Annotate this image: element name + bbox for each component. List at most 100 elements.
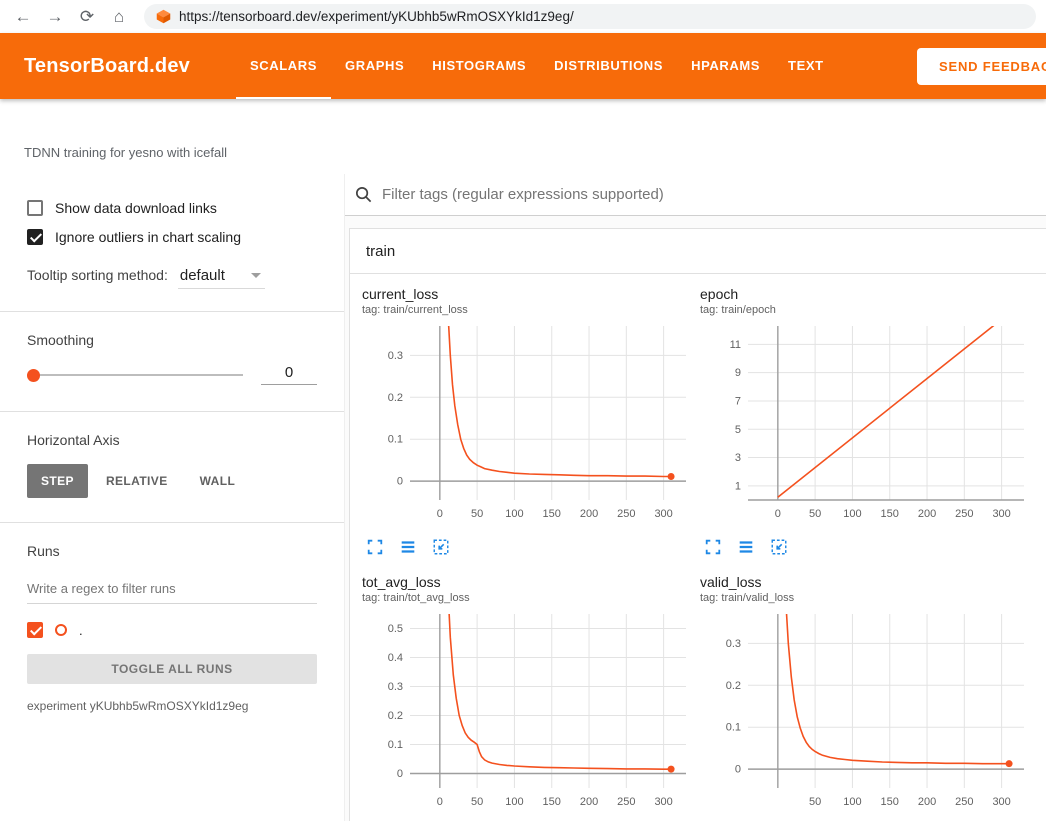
chevron-down-icon: [251, 273, 261, 278]
chart-toolbar: [704, 538, 1030, 558]
svg-text:5: 5: [735, 424, 741, 436]
chart-card: epoch tag: train/epoch 0 50 100 150 200 250 30…: [700, 286, 1030, 558]
chart-title: current_loss: [362, 286, 692, 302]
app-header: TensorBoard.dev SCALARS GRAPHS HISTOGRAM…: [0, 33, 1046, 99]
train-section-card: train current_loss tag: train/current_lo…: [349, 228, 1046, 821]
ignore-outliers-label: Ignore outliers in chart scaling: [55, 229, 241, 245]
chart-title: tot_avg_loss: [362, 574, 692, 590]
fullscreen-icon[interactable]: [366, 538, 384, 558]
data-table-icon[interactable]: [399, 538, 417, 558]
line-chart-plot[interactable]: 05010015020025030000.10.20.3: [362, 322, 692, 531]
svg-text:150: 150: [881, 508, 899, 520]
chart-tag: tag: train/valid_loss: [700, 592, 1030, 604]
runs-filter-input[interactable]: [27, 575, 317, 604]
svg-text:100: 100: [505, 508, 523, 520]
search-icon: [354, 185, 373, 204]
runs-label: Runs: [27, 543, 317, 559]
address-bar[interactable]: https://tensorboard.dev/experiment/yKUbh…: [144, 4, 1036, 29]
toggle-all-runs-button[interactable]: TOGGLE ALL RUNS: [27, 654, 317, 684]
smoothing-slider-row: 0: [27, 364, 317, 385]
axis-relative-button[interactable]: RELATIVE: [92, 464, 182, 498]
svg-text:100: 100: [505, 796, 523, 808]
line-chart-plot[interactable]: 05010015020025030000.10.20.30.40.5: [362, 610, 692, 819]
line-chart-plot[interactable]: 5010015020025030000.10.20.3: [700, 610, 1030, 819]
tag-filter-input[interactable]: [382, 186, 1046, 203]
chart-tag: tag: train/epoch: [700, 304, 1030, 316]
run-checkbox-checked-icon[interactable]: [27, 622, 43, 638]
svg-text:0.2: 0.2: [726, 680, 741, 692]
ignore-outliers-checkbox-row[interactable]: Ignore outliers in chart scaling: [27, 229, 317, 245]
svg-text:0: 0: [775, 508, 781, 520]
svg-text:200: 200: [918, 508, 936, 520]
charts-grid: current_loss tag: train/current_loss 050…: [350, 274, 1046, 821]
chart-card: tot_avg_loss tag: train/tot_avg_loss 050…: [362, 574, 692, 821]
tooltip-sorting-dropdown[interactable]: default: [178, 267, 265, 289]
settings-sidebar: Show data download links Ignore outliers…: [0, 174, 345, 821]
svg-text:1: 1: [735, 480, 741, 492]
tab-graphs[interactable]: GRAPHS: [331, 33, 418, 99]
chart-toolbar: [366, 538, 692, 558]
chart-title: epoch: [700, 286, 1030, 302]
axis-step-button[interactable]: STEP: [27, 464, 88, 498]
run-color-swatch-icon: [55, 624, 67, 636]
line-chart-plot[interactable]: 0501001502002503001357911: [700, 322, 1030, 531]
nav-tabs: SCALARS GRAPHS HISTOGRAMS DISTRIBUTIONS …: [236, 33, 838, 99]
svg-text:0.1: 0.1: [388, 434, 403, 446]
svg-text:300: 300: [654, 796, 672, 808]
chart-tag: tag: train/tot_avg_loss: [362, 592, 692, 604]
browser-bar: ← → ⟳ ⌂ https://tensorboard.dev/experime…: [0, 0, 1046, 33]
axis-wall-button[interactable]: WALL: [186, 464, 250, 498]
tooltip-sorting-value: default: [180, 267, 225, 284]
slider-thumb[interactable]: [27, 369, 40, 382]
horizontal-axis-label: Horizontal Axis: [27, 432, 317, 448]
svg-text:0: 0: [437, 508, 443, 520]
home-icon[interactable]: ⌂: [106, 4, 132, 30]
forward-arrow-icon[interactable]: →: [42, 4, 68, 30]
svg-text:150: 150: [543, 508, 561, 520]
tooltip-sorting-label: Tooltip sorting method:: [27, 267, 168, 283]
tab-scalars[interactable]: SCALARS: [236, 33, 331, 99]
svg-text:250: 250: [955, 796, 973, 808]
fullscreen-icon[interactable]: [704, 538, 722, 558]
run-name: .: [79, 623, 83, 638]
tooltip-sorting-row: Tooltip sorting method: default: [27, 267, 317, 289]
svg-text:200: 200: [580, 796, 598, 808]
show-download-links-label: Show data download links: [55, 200, 217, 216]
refresh-icon[interactable]: ⟳: [74, 4, 100, 30]
tab-histograms[interactable]: HISTOGRAMS: [418, 33, 540, 99]
checkbox-checked-icon[interactable]: [27, 229, 43, 245]
chart-card: current_loss tag: train/current_loss 050…: [362, 286, 692, 558]
back-arrow-icon[interactable]: ←: [10, 4, 36, 30]
horizontal-axis-buttons: STEP RELATIVE WALL: [27, 464, 317, 498]
url-text[interactable]: https://tensorboard.dev/experiment/yKUbh…: [179, 9, 574, 24]
main-panel: train current_loss tag: train/current_lo…: [345, 174, 1046, 821]
smoothing-label: Smoothing: [27, 332, 317, 348]
experiment-description-strip: TDNN training for yesno with icefall: [0, 99, 1046, 174]
svg-text:250: 250: [955, 508, 973, 520]
svg-text:0.3: 0.3: [388, 681, 403, 693]
show-download-links-checkbox-row[interactable]: Show data download links: [27, 200, 317, 216]
tab-distributions[interactable]: DISTRIBUTIONS: [540, 33, 677, 99]
svg-text:150: 150: [543, 796, 561, 808]
svg-text:50: 50: [809, 508, 821, 520]
data-table-icon[interactable]: [737, 538, 755, 558]
tag-filter-row: [345, 174, 1046, 216]
fit-to-data-icon[interactable]: [432, 538, 450, 558]
fit-to-data-icon[interactable]: [770, 538, 788, 558]
smoothing-slider[interactable]: [27, 368, 243, 382]
train-section-header[interactable]: train: [350, 229, 1046, 274]
svg-text:300: 300: [992, 508, 1010, 520]
smoothing-value-field[interactable]: 0: [261, 364, 317, 385]
divider: [0, 522, 344, 523]
checkbox-unchecked-icon[interactable]: [27, 200, 43, 216]
send-feedback-button[interactable]: SEND FEEDBACK: [917, 48, 1046, 85]
svg-text:50: 50: [809, 796, 821, 808]
svg-text:0: 0: [735, 764, 741, 776]
tab-text[interactable]: TEXT: [774, 33, 838, 99]
tab-hparams[interactable]: HPARAMS: [677, 33, 774, 99]
tensorboard-favicon: [156, 9, 171, 24]
svg-text:100: 100: [843, 508, 861, 520]
run-row[interactable]: .: [27, 622, 317, 638]
svg-text:50: 50: [471, 796, 483, 808]
svg-text:150: 150: [881, 796, 899, 808]
